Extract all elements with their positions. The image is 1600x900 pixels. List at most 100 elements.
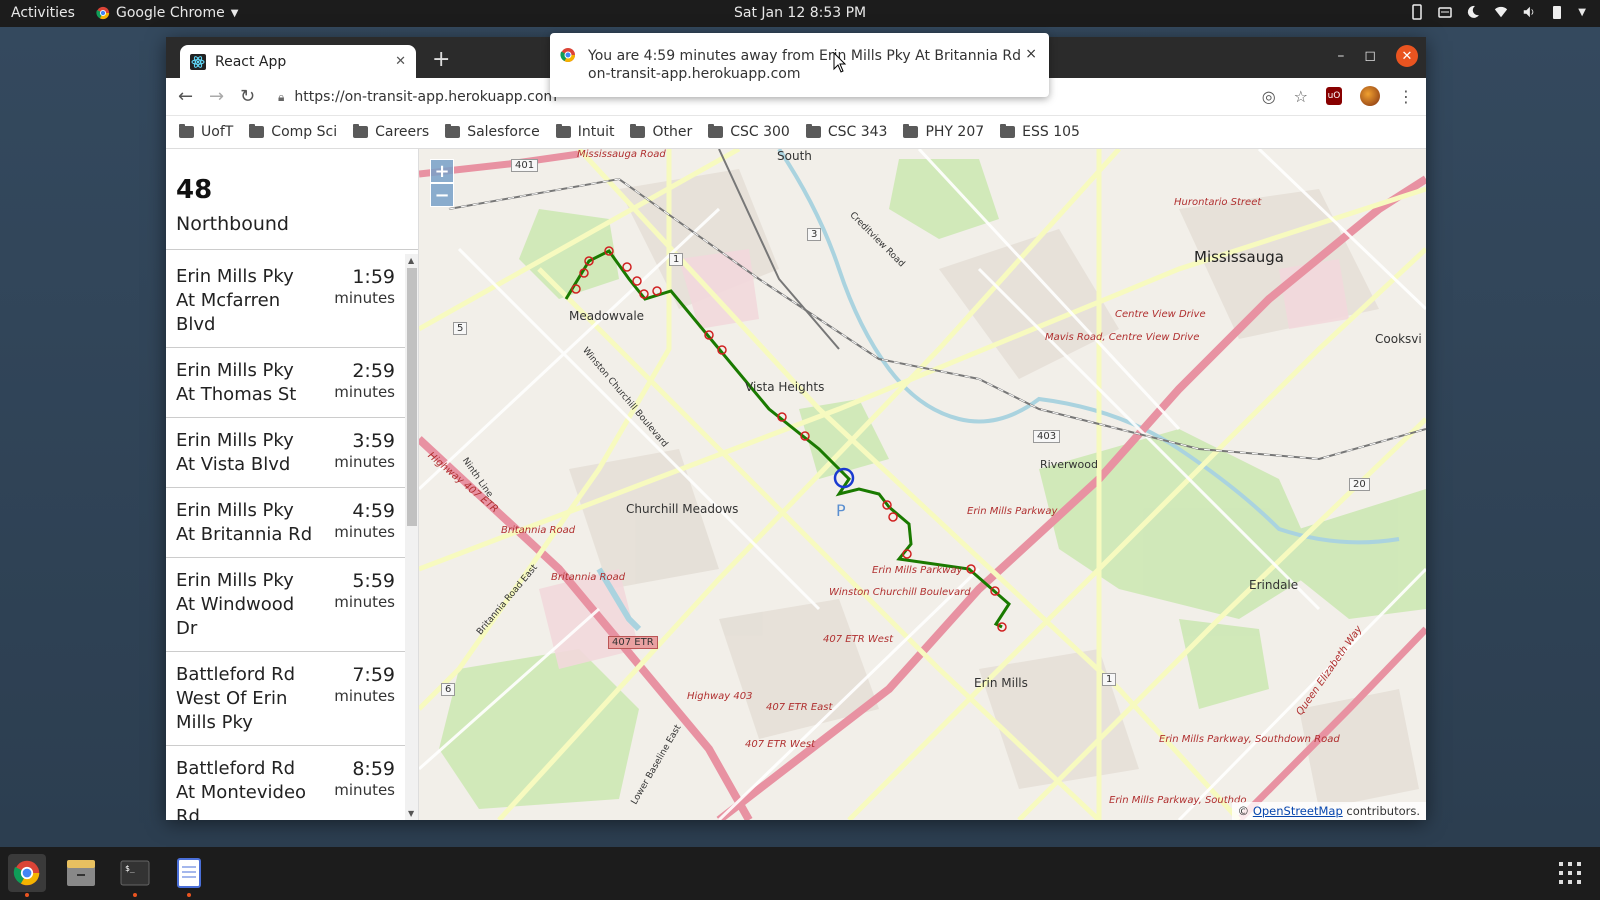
eta-unit: minutes — [334, 687, 395, 705]
folder-icon — [903, 124, 919, 138]
stop-row[interactable]: Erin Mills Pky At Mcfarren Blvd 1:59 minut… — [166, 254, 405, 348]
map[interactable]: + − South Meadowvale Vista Heights Churc… — [419, 149, 1426, 820]
bookmark-folder-csc343[interactable]: CSC 343 — [805, 124, 887, 140]
app-menu[interactable]: Google Chrome ▼ — [96, 5, 238, 21]
tab-title: React App — [215, 53, 287, 70]
bookmark-folder-intuit[interactable]: Intuit — [555, 124, 615, 140]
stop-row[interactable]: Battleford Rd At Montevideo Rd 8:59 minute… — [166, 746, 405, 820]
avatar[interactable] — [1360, 86, 1380, 106]
bookmark-label: PHY 207 — [925, 124, 985, 140]
app-name: Google Chrome — [116, 5, 225, 21]
stop-name: Erin Mills Pky At Windwood Dr — [176, 570, 295, 639]
attribution-suffix: contributors. — [1346, 804, 1420, 818]
parking-icon: P — [836, 501, 846, 520]
map-label-riverwood: Riverwood — [1040, 458, 1098, 471]
openstreetmap-link[interactable]: OpenStreetMap — [1253, 804, 1343, 818]
eta-time: 4:59 — [352, 500, 395, 522]
stop-name: Erin Mills Pky At Vista Blvd — [176, 430, 294, 475]
shield-403: 403 — [1033, 430, 1061, 443]
bookmark-folder-csc300[interactable]: CSC 300 — [708, 124, 790, 140]
location-icon[interactable]: ◎ — [1262, 87, 1276, 106]
route-sidebar: 48 Northbound Erin Mills Pky At Mcfarren… — [166, 149, 419, 820]
bookmark-label: Other — [652, 124, 693, 140]
maximize-button[interactable]: ◻ — [1364, 48, 1376, 64]
ublock-icon[interactable]: uO — [1326, 87, 1342, 105]
road-label-mississauga-road: Mississauga Road — [577, 149, 666, 160]
menu-icon[interactable]: ⋮ — [1398, 87, 1414, 106]
volume-icon — [1524, 6, 1534, 18]
zoom-in-button[interactable]: + — [430, 159, 454, 183]
dock-chrome[interactable] — [8, 854, 46, 897]
bookmark-folder-comp-sci[interactable]: Comp Sci — [249, 124, 337, 140]
folder-icon — [708, 124, 724, 138]
stop-eta: 7:59 minutes — [334, 663, 395, 735]
shield-5: 5 — [453, 322, 468, 335]
bookmark-label: ESS 105 — [1022, 124, 1080, 140]
activities-button[interactable]: Activities — [11, 5, 75, 21]
notification-popup[interactable]: You are 4:59 minutes away from Erin Mill… — [550, 33, 1049, 97]
shield-1b: 1 — [1102, 673, 1117, 686]
zoom-out-button[interactable]: − — [430, 183, 454, 207]
reload-button[interactable]: ↻ — [240, 86, 255, 107]
new-tab-button[interactable]: + — [432, 47, 450, 72]
bookmark-star-icon[interactable]: ☆ — [1294, 87, 1308, 106]
bookmark-folder-careers[interactable]: Careers — [353, 124, 429, 140]
road-label-erin-mills-southdown: Erin Mills Parkway, Southdown Road — [1159, 734, 1340, 745]
bookmarks-bar: UofT Comp Sci Careers Salesforce Intuit … — [166, 116, 1426, 148]
stop-row[interactable]: Erin Mills Pky At Vista Blvd 3:59 minutes — [166, 418, 405, 488]
close-icon[interactable]: ✕ — [395, 54, 406, 69]
dock-text-editor[interactable] — [170, 854, 208, 897]
system-tray[interactable]: ▼ — [1410, 4, 1586, 20]
window-close-button[interactable]: ✕ — [1396, 45, 1418, 67]
eta-unit: minutes — [334, 383, 395, 401]
react-icon — [190, 53, 206, 70]
files-icon — [67, 860, 95, 886]
stop-row[interactable]: Battleford Rd West Of Erin Mills Pky 7:59… — [166, 652, 405, 746]
stop-row[interactable]: Erin Mills Pky At Windwood Dr 5:59 minutes — [166, 558, 405, 652]
scrollbar-thumb[interactable] — [407, 268, 417, 526]
dock-files[interactable] — [62, 854, 100, 892]
stop-marker[interactable] — [888, 512, 898, 522]
stop-list[interactable]: Erin Mills Pky At Mcfarren Blvd 1:59 minut… — [166, 254, 405, 820]
stop-marker[interactable] — [632, 276, 642, 286]
dock-terminal[interactable]: $_ — [116, 854, 154, 897]
running-indicator — [25, 893, 29, 897]
forward-button[interactable]: → — [209, 86, 224, 107]
scrollbar[interactable]: ▲ ▼ — [405, 254, 418, 820]
bookmark-folder-phy207[interactable]: PHY 207 — [903, 124, 984, 140]
attribution-prefix: © — [1237, 804, 1250, 818]
road-label-erin-mills-parkway: Erin Mills Parkway — [967, 506, 1058, 517]
folder-icon — [179, 124, 194, 138]
eta-unit: minutes — [334, 781, 395, 799]
bookmark-folder-uoft[interactable]: UofT — [179, 124, 233, 140]
stop-row[interactable]: Erin Mills Pky At Britannia Rd 4:59 minute… — [166, 488, 405, 558]
stop-eta: 3:59 minutes — [334, 429, 395, 477]
url-text: https://on-transit-app.herokuapp.com — [294, 89, 558, 105]
mouse-cursor-icon — [833, 52, 847, 73]
scroll-up-icon[interactable]: ▲ — [408, 256, 414, 265]
clock[interactable]: Sat Jan 12 8:53 PM — [734, 5, 866, 21]
eta-time: 8:59 — [352, 758, 395, 780]
map-label-mississauga: Mississauga — [1194, 248, 1284, 266]
top-bar: Activities Google Chrome ▼ Sat Jan 12 8:… — [0, 0, 1600, 27]
bookmark-folder-other[interactable]: Other — [630, 124, 692, 140]
show-applications-icon[interactable] — [1558, 861, 1582, 885]
phone-icon — [1412, 4, 1423, 20]
notification-close-button[interactable]: × — [1025, 46, 1037, 62]
back-button[interactable]: ← — [178, 86, 193, 107]
minimize-button[interactable]: – — [1337, 48, 1344, 64]
road-label-highway-403: Highway 403 — [687, 691, 753, 702]
lock-icon[interactable]: 🔒︎ — [278, 90, 284, 105]
scroll-down-icon[interactable]: ▼ — [408, 809, 414, 818]
night-light-icon — [1468, 5, 1480, 18]
stop-marker[interactable] — [622, 262, 632, 272]
bookmark-folder-salesforce[interactable]: Salesforce — [445, 124, 540, 140]
bookmark-label: Intuit — [577, 124, 615, 140]
bookmark-label: Careers — [375, 124, 430, 140]
stop-row[interactable]: Erin Mills Pky At Thomas St 2:59 minutes — [166, 348, 405, 418]
folder-icon — [555, 124, 571, 138]
tab-react-app[interactable]: React App ✕ — [180, 45, 416, 78]
stop-name: Erin Mills Pky At Britannia Rd — [176, 500, 313, 545]
bookmark-folder-ess105[interactable]: ESS 105 — [1000, 124, 1080, 140]
bookmark-label: Comp Sci — [271, 124, 338, 140]
